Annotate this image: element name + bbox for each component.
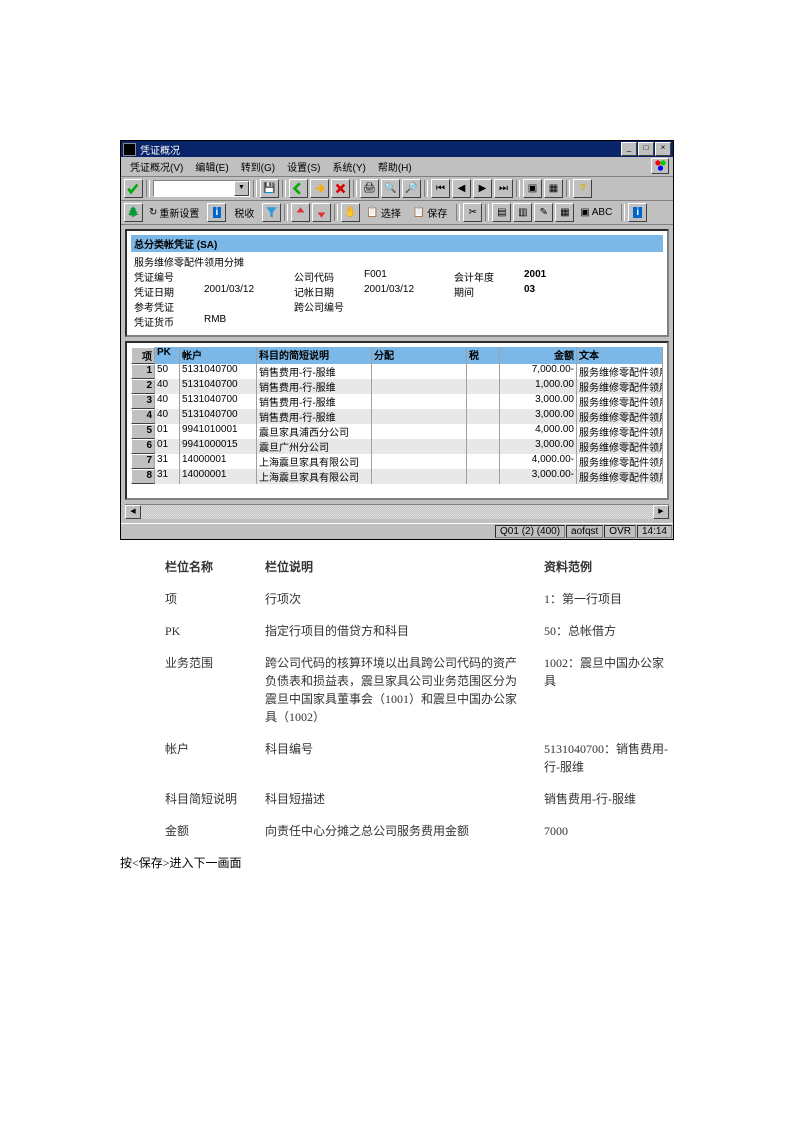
field-row: PK指定行项目的借贷方和科目50：总帐借方 <box>165 622 674 640</box>
field-row: 金额向责任中心分摊之总公司服务费用金额7000 <box>165 822 674 840</box>
client-area: 总分类帐凭证 (SA) 服务维修零配件领用分摊 凭证编号公司代码F001会计年度… <box>121 225 673 523</box>
menubar: 凭证概况(V) 编辑(E) 转到(G) 设置(S) 系统(Y) 帮助(H) <box>121 157 673 177</box>
sap-logo <box>651 158 669 174</box>
find-button[interactable]: 🔍 <box>381 179 400 198</box>
col-amt[interactable]: 金额 <box>500 347 577 364</box>
status-mode: OVR <box>604 525 636 538</box>
tree-icon[interactable]: 🌲 <box>124 203 143 222</box>
status-user: aofqst <box>566 525 603 538</box>
table-row[interactable]: 73114000001上海震旦家具有限公司4,000.00-服务维修零配件领用 <box>131 454 663 469</box>
statusbar: Q01 (2) (400) aofqst OVR 14:14 <box>121 523 673 539</box>
edit-icon[interactable]: ✎ <box>534 203 553 222</box>
tax-button[interactable]: 税收 <box>228 203 260 222</box>
voucher-header-panel: 总分类帐凭证 (SA) 服务维修零配件领用分摊 凭证编号公司代码F001会计年度… <box>125 229 669 337</box>
help-button[interactable]: ? <box>573 179 592 198</box>
menu-goto[interactable]: 转到(G) <box>236 158 280 175</box>
cancel-button[interactable] <box>331 179 350 198</box>
field-row: 业务范围跨公司代码的核算环境以出具跨公司代码的资产负债表和损益表，震旦家具公司业… <box>165 654 674 726</box>
save-button[interactable]: 📋保存 <box>409 203 453 222</box>
table-row[interactable]: 83114000001上海震旦家具有限公司3,000.00-服务维修零配件领用 <box>131 469 663 484</box>
table-row[interactable]: 3405131040700销售费用-行-服维3,000.00服务维修零配件领用 <box>131 394 663 409</box>
line-items-panel: 项 PK 帐户 科目的简短说明 分配 税 金额 文本 1505131040700… <box>125 341 669 500</box>
field-definitions: 栏位名称 栏位说明 资料范例 项行项次1：第一行项目 PK指定行项目的借贷方和科目… <box>165 558 674 840</box>
status-time: 14:14 <box>637 525 672 538</box>
menu-settings[interactable]: 设置(S) <box>282 158 325 175</box>
prev-page-button[interactable]: ◀ <box>452 179 471 198</box>
field-row: 科目简短说明科目短描述销售费用-行-服维 <box>165 790 674 808</box>
col-alloc[interactable]: 分配 <box>372 347 467 364</box>
reset-button[interactable]: ↻重新设置 <box>145 203 205 222</box>
hand-icon[interactable]: ✋ <box>341 203 360 222</box>
find-next-button[interactable]: 🔎 <box>402 179 421 198</box>
scroll-right-button[interactable]: ▶ <box>653 505 669 519</box>
row-select-icon[interactable]: ▤ <box>492 203 511 222</box>
window-title: 凭证概况 <box>140 142 180 157</box>
table-header: 项 PK 帐户 科目的简短说明 分配 税 金额 文本 <box>131 347 663 364</box>
layout-icon[interactable]: ▦ <box>555 203 574 222</box>
cut-icon[interactable]: ✂ <box>463 203 482 222</box>
maximize-button[interactable]: □ <box>638 142 654 156</box>
last-page-button[interactable]: ⏭ <box>494 179 513 198</box>
col-idx[interactable]: 项 <box>131 347 155 364</box>
col-desc[interactable]: 科目的简短说明 <box>257 347 372 364</box>
command-field[interactable]: ▼ <box>153 180 250 197</box>
table-row[interactable]: 4405131040700销售费用-行-服维3,000.00服务维修零配件领用 <box>131 409 663 424</box>
table-row[interactable]: 2405131040700销售费用-行-服维1,000.00服务维修零配件领用 <box>131 379 663 394</box>
minimize-button[interactable]: _ <box>621 142 637 156</box>
info-icon[interactable]: i <box>207 203 226 222</box>
voucher-subtitle: 服务维修零配件领用分摊 <box>134 254 660 269</box>
menu-help[interactable]: 帮助(H) <box>373 158 417 175</box>
field-row: 项行项次1：第一行项目 <box>165 590 674 608</box>
col-acct[interactable]: 帐户 <box>180 347 257 364</box>
fh-example: 资料范例 <box>544 558 674 576</box>
info2-icon[interactable]: i <box>628 203 647 222</box>
scroll-left-button[interactable]: ◀ <box>125 505 141 519</box>
next-page-button[interactable]: ▶ <box>473 179 492 198</box>
close-button[interactable]: × <box>655 142 671 156</box>
select-button[interactable]: 📋选择 <box>362 203 406 222</box>
fh-name: 栏位名称 <box>165 558 265 576</box>
status-session: Q01 (2) (400) <box>495 525 565 538</box>
back-button[interactable] <box>289 179 308 198</box>
filter-icon[interactable] <box>262 203 281 222</box>
titlebar: 凭证概况 _ □ × <box>121 141 673 157</box>
table-row[interactable]: 1505131040700销售费用-行-服维7,000.00-服务维修零配件领用 <box>131 364 663 379</box>
session-button[interactable]: ▣ <box>523 179 542 198</box>
menu-voucher[interactable]: 凭证概况(V) <box>125 158 188 175</box>
col-tax[interactable]: 税 <box>467 347 500 364</box>
app-icon <box>123 143 136 156</box>
sort-asc-icon[interactable] <box>291 203 310 222</box>
col-pk[interactable]: PK <box>155 347 180 364</box>
menu-edit[interactable]: 编辑(E) <box>190 158 233 175</box>
header-row: 凭证日期2001/03/12记帐日期2001/03/12期间03 <box>134 284 660 299</box>
shortcut-button[interactable]: ▦ <box>544 179 563 198</box>
first-page-button[interactable]: ⏮ <box>431 179 450 198</box>
print-button[interactable]: 🖨 <box>360 179 379 198</box>
fh-desc: 栏位说明 <box>265 558 544 576</box>
sort-desc-icon[interactable] <box>312 203 331 222</box>
table-row[interactable]: 6019941000015震旦广州分公司3,000.00服务维修零配件领用 <box>131 439 663 454</box>
save-icon[interactable]: 💾 <box>260 179 279 198</box>
ok-button[interactable] <box>124 179 143 198</box>
h-scrollbar[interactable]: ◀ ▶ <box>125 504 669 519</box>
exit-button[interactable] <box>310 179 329 198</box>
voucher-type: 总分类帐凭证 (SA) <box>131 235 663 252</box>
toolbar-1: ▼ 💾 🖨 🔍 🔎 ⏮ ◀ ▶ ⏭ ▣ ▦ ? <box>121 177 673 201</box>
menu-system[interactable]: 系统(Y) <box>327 158 370 175</box>
abc-button[interactable]: ▣ABC <box>576 203 618 222</box>
col-txt[interactable]: 文本 <box>577 347 663 364</box>
header-row: 凭证编号公司代码F001会计年度2001 <box>134 269 660 284</box>
footer-note: 按<保存>进入下一画面 <box>120 854 794 871</box>
field-row: 帐户科目编号5131040700：销售费用-行-服维 <box>165 740 674 776</box>
table-row[interactable]: 5019941010001震旦家具浦西分公司4,000.00服务维修零配件领用 <box>131 424 663 439</box>
col-select-icon[interactable]: ▥ <box>513 203 532 222</box>
toolbar-2: 🌲 ↻重新设置 i 税收 ✋ 📋选择 📋保存 ✂ ▤ ▥ ✎ ▦ ▣ABC i <box>121 201 673 225</box>
app-window: 凭证概况 _ □ × 凭证概况(V) 编辑(E) 转到(G) 设置(S) 系统(… <box>120 140 674 540</box>
header-row: 参考凭证跨公司编号 <box>134 299 660 314</box>
header-row: 凭证货币RMB <box>134 314 660 329</box>
